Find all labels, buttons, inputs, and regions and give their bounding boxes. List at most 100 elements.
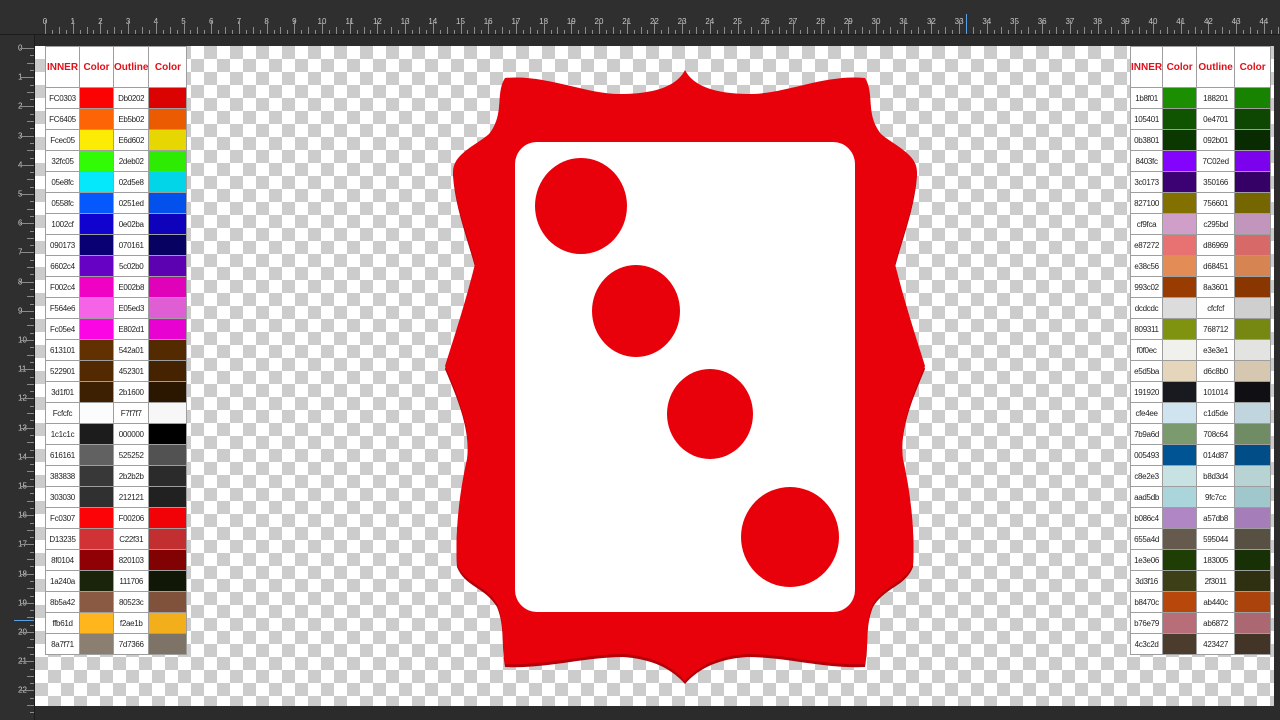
ruler-tick <box>889 27 891 34</box>
outline-color-swatch <box>1234 444 1272 466</box>
palette-row: FC6405 Eb5b02 <box>45 108 188 130</box>
ruler-tick <box>30 172 34 174</box>
outline-color-swatch <box>148 171 188 193</box>
ruler-tick <box>827 30 829 34</box>
ruler-tick <box>1035 30 1037 34</box>
outline-hex-code: 111706 <box>112 570 150 592</box>
outline-color-swatch <box>148 549 188 571</box>
inner-hex-code: e5d5ba <box>1129 360 1164 382</box>
ruler-tick <box>225 27 227 34</box>
outline-hex-code: 525252 <box>112 444 150 466</box>
inner-color-swatch <box>1162 360 1198 382</box>
horizontal-ruler[interactable]: 0123456789101112131415161718192021222324… <box>0 0 1280 35</box>
ruler-tick <box>27 325 34 327</box>
outline-hex-code: Eb5b02 <box>112 108 150 130</box>
vertical-ruler[interactable]: 012345678910111213141516171819202122 <box>0 35 35 720</box>
outline-hex-code: E05ed3 <box>112 297 150 319</box>
inner-hex-code: e38c56 <box>1129 255 1164 277</box>
ruler-tick <box>27 383 34 385</box>
ruler-tick <box>675 30 677 34</box>
outline-color-swatch <box>148 612 188 634</box>
ruler-tick <box>543 20 545 34</box>
palette-row: aad5db 9fc7cc <box>1129 486 1272 508</box>
ruler-tick <box>183 20 185 34</box>
ruler-tick <box>1249 27 1251 34</box>
pip-1[interactable] <box>535 158 627 254</box>
outline-color-swatch <box>1234 507 1272 529</box>
ruler-tick <box>862 27 864 34</box>
ruler-tick <box>765 20 767 34</box>
ruler-tick <box>972 27 974 34</box>
inner-color-swatch <box>1162 381 1198 403</box>
ruler-tick <box>986 20 988 34</box>
outline-color-swatch <box>1234 276 1272 298</box>
ruler-tick <box>30 639 34 641</box>
outline-hex-code: 2b2b2b <box>112 465 150 487</box>
inner-color-swatch <box>1162 633 1198 655</box>
ruler-tick <box>30 507 34 509</box>
outline-color-swatch <box>1234 213 1272 235</box>
outline-color-swatch <box>148 87 188 109</box>
inner-hex-code: 105401 <box>1129 108 1164 130</box>
ruler-tick <box>841 30 843 34</box>
ruler-tick <box>30 478 34 480</box>
ruler-tick <box>578 30 580 34</box>
ruler-tick <box>30 537 34 539</box>
ruler-tick <box>20 369 34 371</box>
palette-row: 1b8f01 188201 <box>1129 87 1272 109</box>
inner-color-swatch <box>79 129 114 151</box>
outline-hex-code: E6d602 <box>112 129 150 151</box>
ruler-tick <box>619 30 621 34</box>
outline-color-swatch <box>1234 423 1272 445</box>
outline-hex-code: 452301 <box>112 360 150 382</box>
ruler-tick <box>633 30 635 34</box>
ruler-tick <box>502 27 504 34</box>
ruler-tick <box>398 30 400 34</box>
inner-color-swatch <box>1162 402 1198 424</box>
palette-row: 7b9a6d 708c64 <box>1129 423 1272 445</box>
document-canvas[interactable]: INNER Color Outline Color FC0303 Db0202 FC… <box>35 46 1274 706</box>
outline-color-swatch <box>1234 108 1272 130</box>
ruler-tick <box>30 245 34 247</box>
ruler-tick <box>405 20 407 34</box>
palette-row: 0b3801 092b01 <box>1129 129 1272 151</box>
ruler-tick <box>27 617 34 619</box>
palette-row: 613101 542a01 <box>45 339 188 361</box>
inner-color-swatch <box>1162 171 1198 193</box>
ruler-tick <box>1153 20 1154 34</box>
inner-color-swatch <box>79 255 114 277</box>
outline-hex-code: F00206 <box>112 507 150 529</box>
ruler-tick <box>488 20 490 34</box>
outline-color-swatch <box>1234 318 1272 340</box>
palette-row: 191920 101014 <box>1129 381 1272 403</box>
dice-card-design[interactable] <box>445 64 925 684</box>
pip-2[interactable] <box>592 265 680 357</box>
ruler-tick <box>460 20 462 34</box>
pip-3[interactable] <box>667 369 753 459</box>
outline-color-swatch <box>148 570 188 592</box>
ruler-tick <box>1062 30 1064 34</box>
outline-hex-code: e3e3e1 <box>1196 339 1236 361</box>
inner-color-swatch <box>1162 486 1198 508</box>
inner-color-swatch <box>79 423 114 445</box>
ruler-tick <box>148 30 150 34</box>
ruler-tick <box>30 142 34 144</box>
palette-row: cfe4ee c1d5de <box>1129 402 1272 424</box>
ruler-tick <box>20 427 34 429</box>
inner-color-swatch <box>79 612 114 634</box>
ruler-tick <box>1090 30 1092 34</box>
outline-hex-code: 595044 <box>1196 528 1236 550</box>
ruler-tick <box>751 27 753 34</box>
outline-hex-code: 0e4701 <box>1196 108 1236 130</box>
palette-row: 8403fc 7C02ed <box>1129 150 1272 172</box>
ruler-tick <box>30 391 34 393</box>
pip-4[interactable] <box>741 487 839 587</box>
ruler-tick <box>79 30 81 34</box>
ruler-tick <box>1028 27 1030 34</box>
ruler-tick <box>1069 20 1071 34</box>
inner-color-swatch <box>1162 549 1198 571</box>
ruler-tick <box>599 20 600 34</box>
palette-row: 6602c4 5c02b0 <box>45 255 188 277</box>
palette-row: 1e3e06 183005 <box>1129 549 1272 571</box>
palette-row: 1a240a 111706 <box>45 570 188 592</box>
